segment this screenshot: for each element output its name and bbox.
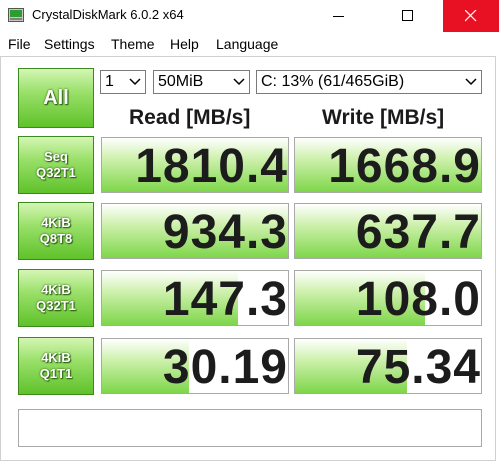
- write-result: 1668.9: [294, 137, 482, 193]
- read-column-header: Read [MB/s]: [129, 106, 251, 129]
- row-label-line1: 4KiB: [41, 215, 71, 230]
- minimize-icon: [333, 16, 344, 17]
- app-icon: [8, 7, 24, 23]
- write-result-value: 1668.9: [328, 140, 481, 193]
- write-result: 108.0: [294, 270, 482, 326]
- title-bar[interactable]: CrystalDiskMark 6.0.2 x64: [0, 0, 499, 32]
- write-result: 637.7: [294, 203, 482, 259]
- row-label-line2: Q8T8: [39, 231, 73, 246]
- 4kib-q8t8-button[interactable]: 4KiB Q8T8: [18, 202, 94, 260]
- row-label-line2: Q1T1: [39, 366, 73, 381]
- minimize-button[interactable]: [316, 0, 362, 32]
- read-result: 147.3: [101, 270, 289, 326]
- maximize-icon: [402, 10, 413, 21]
- read-result-value: 934.3: [162, 206, 288, 259]
- write-result-value: 108.0: [355, 273, 481, 326]
- 4kib-q32t1-button[interactable]: 4KiB Q32T1: [18, 269, 94, 327]
- chevron-down-icon: [465, 78, 477, 86]
- seq-q32t1-button[interactable]: Seq Q32T1: [18, 136, 94, 194]
- menu-language[interactable]: Language: [216, 36, 278, 52]
- menu-theme[interactable]: Theme: [111, 36, 155, 52]
- read-result: 1810.4: [101, 137, 289, 193]
- read-result: 30.19: [101, 338, 289, 394]
- menu-file[interactable]: File: [8, 36, 31, 52]
- write-column-header: Write [MB/s]: [322, 106, 445, 129]
- chevron-down-icon: [233, 78, 245, 86]
- row-label-line1: 4KiB: [41, 350, 71, 365]
- test-size-select[interactable]: 50MiB: [153, 70, 250, 94]
- row-label-line2: Q32T1: [36, 165, 76, 180]
- read-result-value: 30.19: [162, 341, 288, 394]
- row-label-line2: Q32T1: [36, 298, 76, 313]
- test-size-value: 50MiB: [158, 73, 204, 90]
- read-result-value: 147.3: [162, 273, 288, 326]
- maximize-button[interactable]: [385, 0, 431, 32]
- menu-bar: File Settings Theme Help Language: [0, 32, 499, 56]
- all-button[interactable]: All: [18, 68, 94, 128]
- 4kib-q1t1-button[interactable]: 4KiB Q1T1: [18, 337, 94, 395]
- drive-value: C: 13% (61/465GiB): [261, 73, 405, 90]
- read-result: 934.3: [101, 203, 289, 259]
- row-label-line1: 4KiB: [41, 282, 71, 297]
- chevron-down-icon: [129, 78, 141, 86]
- row-label-line1: Seq: [44, 149, 68, 164]
- read-result-value: 1810.4: [135, 140, 288, 193]
- menu-help[interactable]: Help: [170, 36, 199, 52]
- write-result-value: 75.34: [355, 341, 481, 394]
- close-button[interactable]: [443, 0, 499, 32]
- comment-input[interactable]: [18, 409, 482, 447]
- menu-settings[interactable]: Settings: [44, 36, 95, 52]
- drive-select[interactable]: C: 13% (61/465GiB): [256, 70, 482, 94]
- test-count-select[interactable]: 1: [100, 70, 146, 94]
- write-result: 75.34: [294, 338, 482, 394]
- write-result-value: 637.7: [355, 206, 481, 259]
- test-count-value: 1: [105, 73, 114, 90]
- window-title: CrystalDiskMark 6.0.2 x64: [32, 7, 184, 22]
- close-icon: [465, 10, 477, 22]
